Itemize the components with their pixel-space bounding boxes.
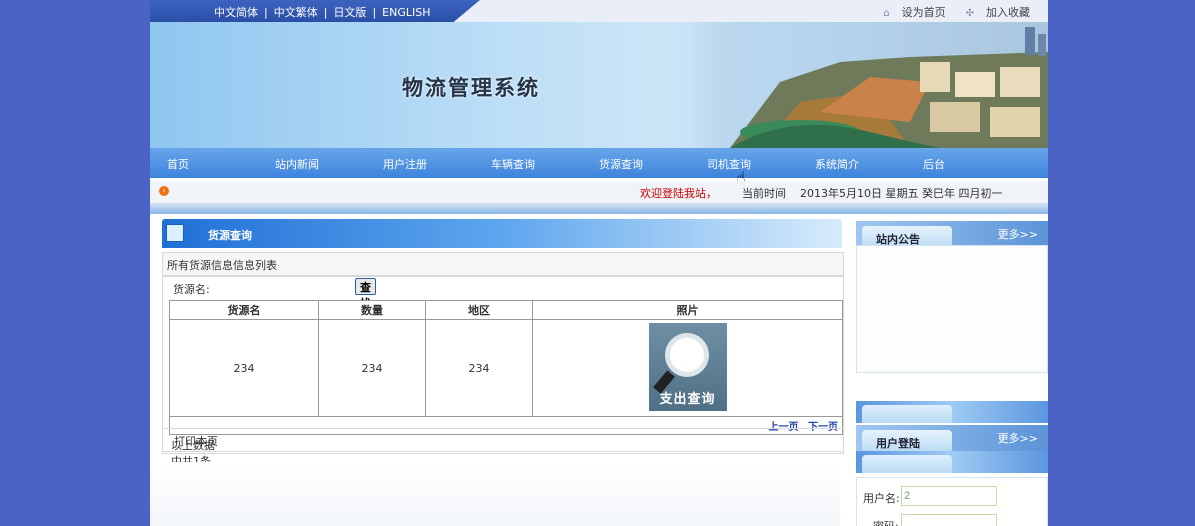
search-row: 货源名: 查找	[173, 278, 376, 310]
bullet-icon: ›	[159, 186, 169, 196]
login-title: 用户登陆	[876, 437, 920, 450]
cargo-table: 货源名 数量 地区 照片 234 234 234 支出查询 上一页 下一页	[169, 300, 843, 435]
password-input[interactable]	[901, 514, 997, 526]
date-text: 2013年5月10日 星期五 癸巳年 四月初一	[800, 187, 1003, 200]
list-title: 所有货源信息信息列表	[167, 259, 277, 272]
top-bar: 中文简体 | 中文繁体 | 日文版 | ENGLISH ⌂ 设为首页 ✣ 加入收藏	[150, 0, 1048, 22]
search-label: 货源名:	[173, 283, 210, 296]
column-header-quantity: 数量	[318, 300, 426, 320]
nav-news[interactable]: 站内新闻	[275, 156, 319, 172]
table-row: 234 234 234 支出查询	[169, 319, 843, 417]
username-label: 用户名:	[863, 492, 900, 505]
separator: |	[323, 6, 328, 19]
photo-caption: 支出查询	[659, 391, 716, 407]
footer-text: 以上数据中共1条 打印本页	[167, 433, 218, 468]
notice-more-link[interactable]: 更多>>	[998, 226, 1038, 242]
nav-admin[interactable]: 后台	[923, 156, 945, 172]
password-label: 密码:	[873, 518, 899, 526]
welcome-text: 欢迎登陆我站，	[640, 187, 717, 200]
notice-body	[856, 245, 1048, 373]
magnifier-icon	[664, 332, 709, 377]
cell-quantity: 234	[318, 319, 426, 417]
nav-cargo-search[interactable]: 货源查询	[599, 156, 643, 172]
separator: |	[372, 6, 377, 19]
content-bottom	[150, 462, 840, 526]
nav-register[interactable]: 用户注册	[383, 156, 427, 172]
cell-photo: 支出查询	[532, 319, 843, 417]
list-footer: 以上数据中共1条 打印本页	[162, 428, 844, 468]
main-content: 货源查询 所有货源信息信息列表 货源名: 查找 货源名 数量 地区 照片 234	[162, 219, 846, 468]
list-title-bar: 所有货源信息信息列表	[162, 252, 844, 276]
bookmark-link[interactable]: 加入收藏	[986, 6, 1030, 19]
separator: |	[264, 6, 268, 19]
language-links: 中文简体 | 中文繁体 | 日文版 | ENGLISH	[214, 4, 431, 20]
current-time: 当前时间 2013年5月10日 星期五 癸巳年 四月初一	[742, 185, 1002, 201]
divider-stripe	[150, 204, 1048, 214]
search-input[interactable]	[223, 279, 355, 295]
username-input[interactable]	[901, 486, 997, 506]
wave-tab	[862, 455, 952, 473]
top-links: ⌂ 设为首页 ✣ 加入收藏	[883, 4, 1030, 20]
lang-japanese[interactable]: 日文版	[333, 6, 366, 19]
section-header: 货源查询	[162, 219, 842, 248]
column-header-photo: 照片	[532, 300, 843, 320]
column-header-name: 货源名	[169, 300, 319, 320]
nav-about[interactable]: 系统简介	[815, 156, 859, 172]
table-header-row: 货源名 数量 地区 照片	[169, 300, 843, 320]
lang-simplified[interactable]: 中文简体	[214, 6, 258, 19]
main-nav: 首页 站内新闻 用户注册 车辆查询 货源查询 司机查询 系统简介 后台	[150, 148, 1048, 178]
sidebar: 站内公告 更多>> 用户登陆 更多>> 用户名: 密码:	[856, 219, 1048, 526]
info-bar: › 欢迎登陆我站， 当前时间 2013年5月10日 星期五 癸巳年 四月初一	[150, 181, 1048, 204]
lang-english[interactable]: ENGLISH	[382, 6, 430, 19]
section-title: 货源查询	[208, 229, 252, 242]
page: 中文简体 | 中文繁体 | 日文版 | ENGLISH ⌂ 设为首页 ✣ 加入收藏 物流管理系统	[150, 0, 1048, 526]
decorative-wave	[856, 451, 1048, 473]
house-icon: ⌂	[883, 8, 890, 19]
nav-home[interactable]: 首页	[167, 156, 189, 172]
login-header: 用户登陆 更多>>	[856, 425, 1048, 451]
login-form: 用户名: 密码:	[856, 477, 1048, 526]
login-more-link[interactable]: 更多>>	[998, 430, 1038, 446]
cell-region: 234	[425, 319, 533, 417]
nav-vehicle-search[interactable]: 车辆查询	[491, 156, 535, 172]
site-title: 物流管理系统	[402, 75, 540, 100]
wave-tab	[862, 405, 952, 423]
lang-traditional[interactable]: 中文繁体	[274, 6, 318, 19]
time-label: 当前时间	[742, 187, 786, 200]
notice-header: 站内公告 更多>>	[856, 221, 1048, 247]
search-button[interactable]: 查找	[355, 278, 376, 310]
cityscape-image	[610, 22, 1048, 148]
cell-name: 234	[169, 319, 319, 417]
column-header-region: 地区	[425, 300, 533, 320]
star-icon: ✣	[965, 8, 974, 19]
language-bar: 中文简体 | 中文繁体 | 日文版 | ENGLISH	[150, 0, 480, 22]
monitor-icon	[166, 224, 184, 242]
cargo-photo[interactable]: 支出查询	[648, 322, 727, 411]
decorative-wave	[856, 401, 1048, 423]
banner: 物流管理系统	[150, 22, 1048, 148]
set-home-link[interactable]: 设为首页	[902, 6, 946, 19]
